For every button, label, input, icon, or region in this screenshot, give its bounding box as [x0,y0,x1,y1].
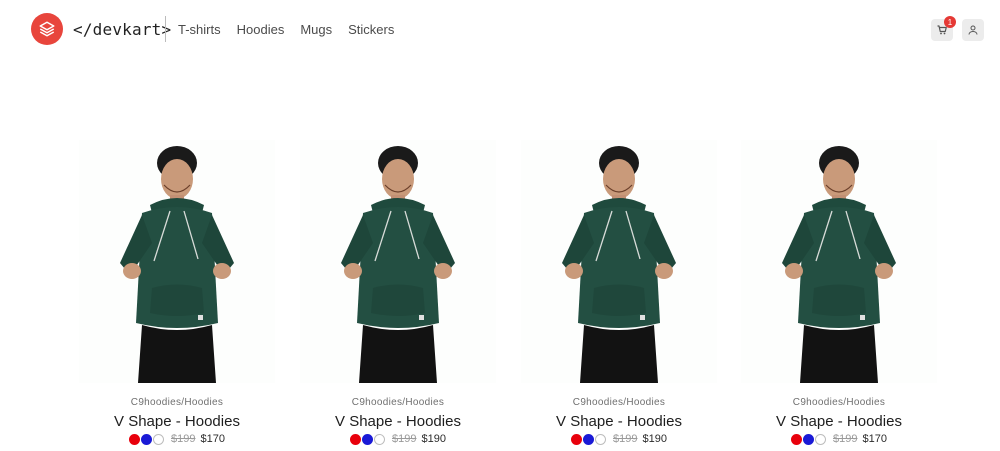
color-swatch-white[interactable] [815,433,827,445]
product-meta: $199 $190 [521,433,717,445]
original-price: $199 [171,433,196,445]
color-swatch-blue[interactable] [583,433,595,445]
product-title[interactable]: V Shape - Hoodies [79,413,275,430]
nav-link-stickers[interactable]: Stickers [348,22,394,37]
original-price: $199 [833,433,858,445]
product-card[interactable]: C9hoodies/Hoodies V Shape - Hoodies $199… [79,140,275,451]
brand-name[interactable]: </devkart> [73,20,171,39]
nav-link-hoodies[interactable]: Hoodies [237,22,285,37]
product-card[interactable]: C9hoodies/Hoodies V Shape - Hoodies $199… [300,140,496,451]
cart-count-badge: 1 [944,16,956,28]
color-swatch-white[interactable] [153,433,165,445]
product-title[interactable]: V Shape - Hoodies [521,413,717,430]
user-icon [968,25,978,35]
color-swatch-red[interactable] [129,433,141,445]
product-category: C9hoodies/Hoodies [792,397,886,408]
color-swatch-blue[interactable] [803,433,815,445]
account-button[interactable] [962,19,984,41]
sale-price: $190 [421,433,446,445]
product-grid: C9hoodies/Hoodies V Shape - Hoodies $199… [79,140,939,451]
original-price: $199 [613,433,638,445]
header-divider [165,16,166,42]
hoodie-model-image [562,146,676,383]
product-meta: $199 $170 [79,433,275,445]
original-price: $199 [392,433,417,445]
nav-link-mugs[interactable]: Mugs [300,22,332,37]
stacked-layers-icon [39,21,55,37]
hoodie-model-image [120,146,234,383]
product-meta: $199 $190 [300,433,496,445]
color-swatch-blue[interactable] [362,433,374,445]
product-meta: $199 $170 [741,433,937,445]
main-nav: T-shirts Hoodies Mugs Stickers [178,22,410,37]
site-header: </devkart> T-shirts Hoodies Mugs Sticker… [0,0,1000,60]
cart-button[interactable]: 1 [931,16,956,41]
color-swatch-blue[interactable] [141,433,153,445]
product-category: C9hoodies/Hoodies [130,397,224,408]
sale-price: $170 [862,433,887,445]
hoodie-model-image [341,146,455,383]
color-swatch-red[interactable] [350,433,362,445]
product-title[interactable]: V Shape - Hoodies [741,413,937,430]
product-card[interactable]: C9hoodies/Hoodies V Shape - Hoodies $199… [521,140,717,451]
product-title[interactable]: V Shape - Hoodies [300,413,496,430]
product-category: C9hoodies/Hoodies [351,397,445,408]
color-swatch-red[interactable] [571,433,583,445]
hoodie-model-image [782,146,896,383]
color-swatch-white[interactable] [595,433,607,445]
sale-price: $170 [200,433,225,445]
nav-link-tshirts[interactable]: T-shirts [178,22,221,37]
product-image[interactable] [741,140,937,383]
product-category: C9hoodies/Hoodies [572,397,666,408]
product-image[interactable] [521,140,717,383]
product-image[interactable] [300,140,496,383]
color-swatch-red[interactable] [791,433,803,445]
brand-logo[interactable] [31,13,63,45]
product-card[interactable]: C9hoodies/Hoodies V Shape - Hoodies $199… [741,140,937,451]
color-swatch-white[interactable] [374,433,386,445]
sale-price: $190 [642,433,667,445]
product-image[interactable] [79,140,275,383]
